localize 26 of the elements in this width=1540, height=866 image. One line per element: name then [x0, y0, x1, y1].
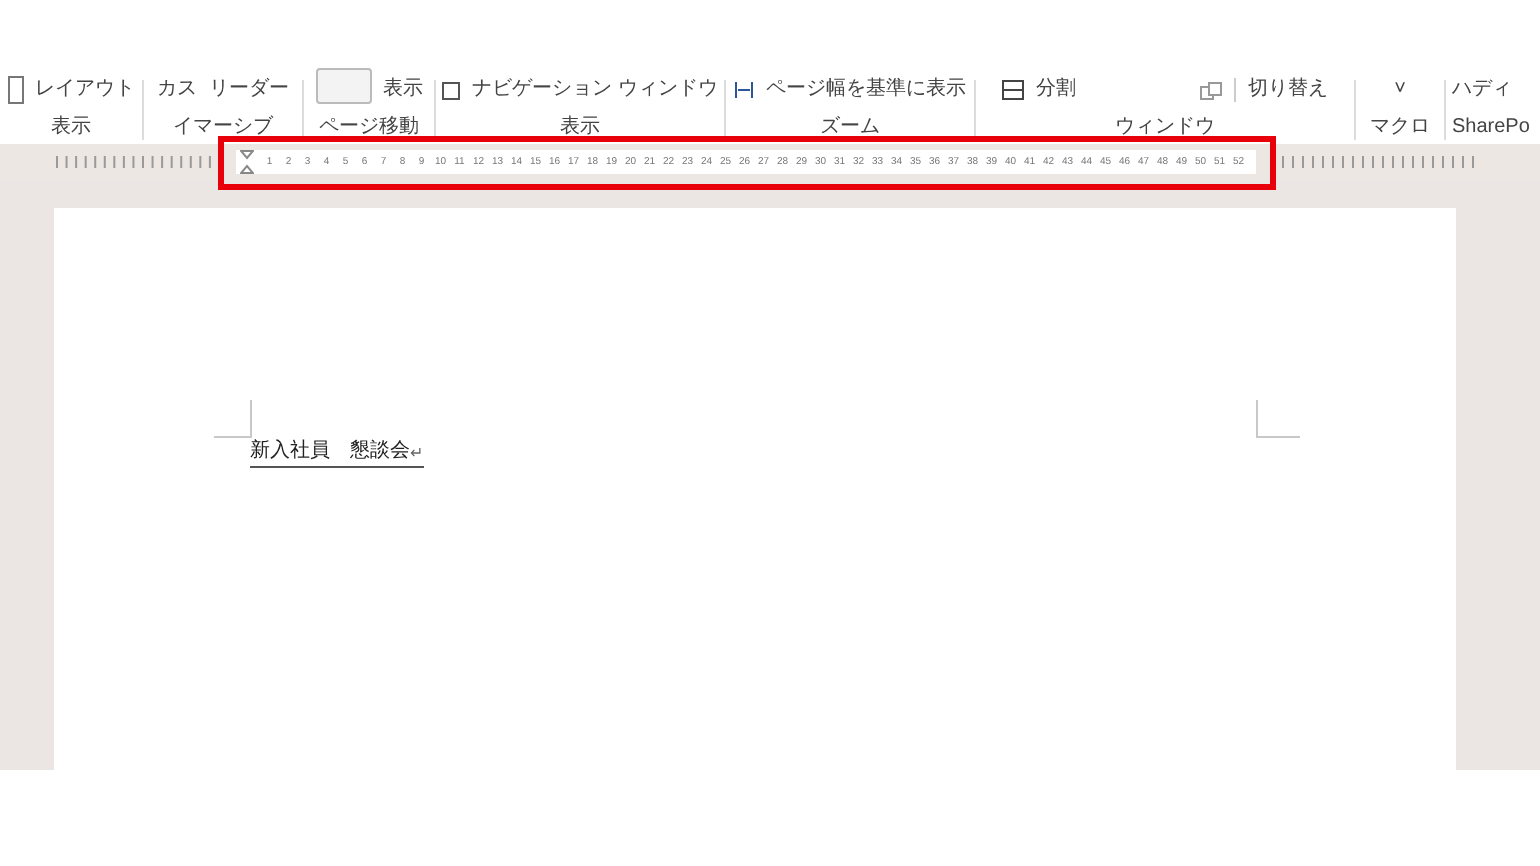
layout-icon[interactable] [7, 76, 23, 104]
page-width-icon[interactable] [734, 80, 754, 100]
ribbon-button[interactable]: ハディ [1452, 78, 1512, 102]
group-label: 表示 [560, 116, 600, 140]
group-label: マクロ [1370, 116, 1430, 140]
group-label: イマーシブ [173, 116, 273, 140]
ribbon-button[interactable]: ページ幅を基準に表示 [766, 78, 966, 102]
caret-icon[interactable]: ˅ [1394, 78, 1406, 102]
group-label: 表示 [51, 116, 91, 140]
group-label: SharePo [1452, 116, 1530, 140]
group-label: ページ移動 [319, 116, 419, 140]
checkbox-label[interactable]: ナビゲーション ウィンドウ [472, 78, 718, 102]
split-icon[interactable] [1002, 80, 1024, 100]
ribbon-button[interactable]: カス [157, 78, 197, 102]
ribbon-button[interactable]: リーダー [209, 78, 289, 102]
ribbon-button[interactable]: 分割 [1036, 78, 1076, 102]
group-label: ズーム [820, 116, 880, 140]
dropdown-button[interactable]: 切り替え [1234, 78, 1328, 102]
checkbox[interactable] [442, 81, 461, 99]
ribbon-button[interactable]: レイアウト [35, 78, 135, 102]
windows-icon[interactable] [1200, 81, 1222, 99]
paragraph-mark: ↵ [410, 444, 424, 464]
group-label: ウィンドウ [1115, 116, 1215, 140]
document-text: 新入社員 懇談会 [250, 440, 410, 464]
ribbon-button[interactable]: 表示 [383, 78, 423, 102]
indent-marker-icon[interactable] [240, 150, 254, 174]
